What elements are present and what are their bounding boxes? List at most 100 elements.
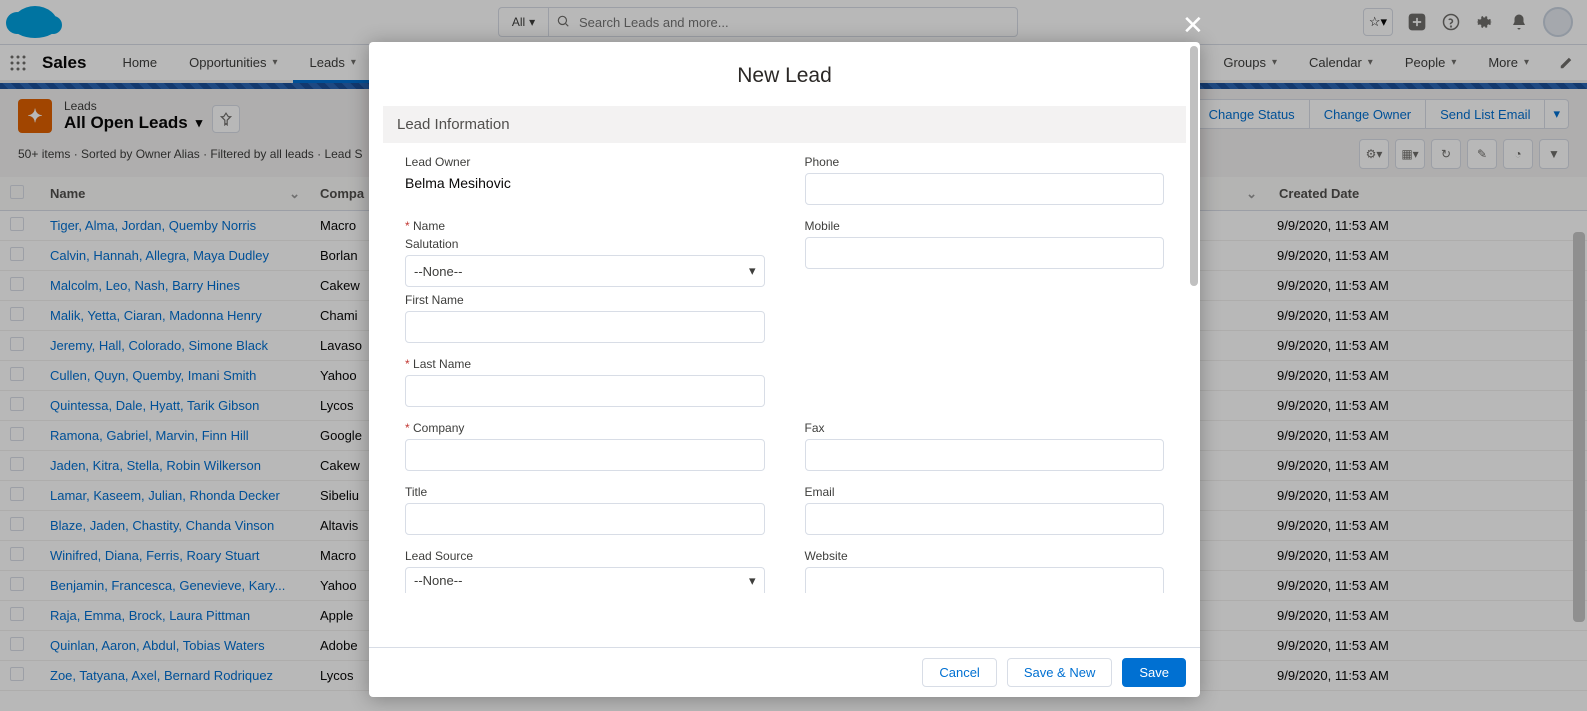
label-lead-source: Lead Source: [405, 549, 765, 563]
edit-nav-icon[interactable]: [1545, 45, 1587, 80]
title-input[interactable]: [405, 503, 765, 535]
chevron-down-icon[interactable]: ⌄: [289, 186, 300, 202]
select-all-checkbox[interactable]: [10, 185, 24, 199]
chevron-down-icon: ▾: [1524, 57, 1529, 68]
lead-name-link[interactable]: Winifred, Diana, Ferris, Roary Stuart: [50, 548, 260, 563]
lead-object-icon: ✦: [18, 99, 52, 133]
column-created-date[interactable]: Created Date: [1267, 177, 1587, 211]
change-status-button[interactable]: Change Status: [1194, 99, 1310, 129]
send-list-email-button[interactable]: Send List Email: [1426, 99, 1545, 129]
row-checkbox[interactable]: [10, 247, 24, 261]
table-scrollbar[interactable]: [1571, 228, 1587, 711]
nav-calendar[interactable]: Calendar▾: [1293, 45, 1389, 80]
row-checkbox[interactable]: [10, 517, 24, 531]
row-checkbox[interactable]: [10, 337, 24, 351]
created-date-cell: 9/9/2020, 11:53 AM: [1267, 211, 1587, 241]
more-actions-button[interactable]: ▾: [1545, 99, 1569, 129]
refresh-button[interactable]: ↻: [1431, 139, 1461, 169]
row-checkbox[interactable]: [10, 637, 24, 651]
nav-groups[interactable]: Groups▾: [1207, 45, 1293, 80]
lead-name-link[interactable]: Blaze, Jaden, Chastity, Chanda Vinson: [50, 518, 274, 533]
change-owner-button[interactable]: Change Owner: [1310, 99, 1426, 129]
app-launcher-icon[interactable]: [0, 45, 36, 80]
lead-name-link[interactable]: Benjamin, Francesca, Genevieve, Kary...: [50, 578, 285, 593]
new-lead-modal: New Lead Lead Information Lead Owner Bel…: [369, 42, 1200, 697]
caret-down-icon: ▾: [529, 15, 535, 29]
lead-name-link[interactable]: Quinlan, Aaron, Abdul, Tobias Waters: [50, 638, 265, 653]
search-scope-select[interactable]: All ▾: [498, 7, 548, 37]
lead-name-link[interactable]: Lamar, Kaseem, Julian, Rhonda Decker: [50, 488, 280, 503]
created-date-cell: 9/9/2020, 11:53 AM: [1267, 601, 1587, 631]
created-date-cell: 9/9/2020, 11:53 AM: [1267, 571, 1587, 601]
lead-name-link[interactable]: Malcolm, Leo, Nash, Barry Hines: [50, 278, 240, 293]
cancel-button[interactable]: Cancel: [922, 658, 996, 687]
lead-name-link[interactable]: Jeremy, Hall, Colorado, Simone Black: [50, 338, 268, 353]
pin-listview-button[interactable]: [212, 105, 240, 133]
chevron-down-icon: ⌄: [1246, 186, 1257, 201]
row-checkbox[interactable]: [10, 367, 24, 381]
lead-name-link[interactable]: Jaden, Kitra, Stella, Robin Wilkerson: [50, 458, 261, 473]
nav-opportunities[interactable]: Opportunities▾: [173, 45, 293, 80]
table-icon: ▦▾: [1401, 147, 1418, 161]
listview-settings-button[interactable]: ⚙▾: [1359, 139, 1389, 169]
lead-name-link[interactable]: Zoe, Tatyana, Axel, Bernard Rodriquez: [50, 668, 273, 683]
row-checkbox[interactable]: [10, 487, 24, 501]
search-scope-label: All: [512, 15, 525, 29]
save-and-new-button[interactable]: Save & New: [1007, 658, 1113, 687]
lead-name-link[interactable]: Raja, Emma, Brock, Laura Pittman: [50, 608, 250, 623]
lead-name-link[interactable]: Ramona, Gabriel, Marvin, Finn Hill: [50, 428, 249, 443]
lead-source-select[interactable]: --None-- ▾: [405, 567, 765, 593]
row-checkbox[interactable]: [10, 607, 24, 621]
lead-name-link[interactable]: Quintessa, Dale, Hyatt, Tarik Gibson: [50, 398, 259, 413]
display-as-button[interactable]: ▦▾: [1395, 139, 1425, 169]
column-name[interactable]: Name: [50, 186, 85, 201]
chevron-down-icon: ▾: [1272, 57, 1277, 68]
row-checkbox[interactable]: [10, 277, 24, 291]
lead-name-link[interactable]: Cullen, Quyn, Quemby, Imani Smith: [50, 368, 256, 383]
row-checkbox[interactable]: [10, 577, 24, 591]
lead-name-link[interactable]: Tiger, Alma, Jordan, Quemby Norris: [50, 218, 256, 233]
chevron-down-icon: ▾: [749, 263, 756, 279]
filter-button[interactable]: ▼: [1539, 139, 1569, 169]
modal-scrollbar[interactable]: [1188, 42, 1200, 647]
list-view-name[interactable]: All Open Leads: [64, 113, 188, 133]
inline-edit-button[interactable]: ✎: [1467, 139, 1497, 169]
chevron-down-icon: ▾: [1368, 57, 1373, 68]
created-date-cell: 9/9/2020, 11:53 AM: [1267, 541, 1587, 571]
chart-button[interactable]: ◔: [1503, 139, 1533, 169]
mobile-input[interactable]: [805, 237, 1165, 269]
label-first-name: First Name: [405, 293, 765, 307]
nav-more[interactable]: More▾: [1472, 45, 1545, 80]
row-checkbox[interactable]: [10, 667, 24, 681]
lead-name-link[interactable]: Malik, Yetta, Ciaran, Madonna Henry: [50, 308, 262, 323]
save-button[interactable]: Save: [1122, 658, 1186, 687]
website-input[interactable]: [805, 567, 1165, 593]
chevron-down-icon: ▾: [351, 57, 356, 68]
salesforce-logo-icon[interactable]: [12, 6, 58, 38]
lead-name-link[interactable]: Calvin, Hannah, Allegra, Maya Dudley: [50, 248, 269, 263]
row-checkbox[interactable]: [10, 547, 24, 561]
chevron-down-icon: ▾: [1451, 57, 1456, 68]
refresh-icon: ↻: [1441, 147, 1451, 161]
row-checkbox[interactable]: [10, 217, 24, 231]
close-icon[interactable]: ✕: [1182, 10, 1587, 41]
last-name-input[interactable]: [405, 375, 765, 407]
nav-leads[interactable]: Leads▾: [293, 45, 371, 83]
first-name-input[interactable]: [405, 311, 765, 343]
salutation-select[interactable]: --None-- ▾: [405, 255, 765, 287]
row-checkbox[interactable]: [10, 397, 24, 411]
phone-input[interactable]: [805, 173, 1165, 205]
row-checkbox[interactable]: [10, 427, 24, 441]
chevron-down-icon[interactable]: ▾: [196, 115, 203, 131]
company-input[interactable]: [405, 439, 765, 471]
label-mobile: Mobile: [805, 219, 1165, 233]
fax-input[interactable]: [805, 439, 1165, 471]
app-name: Sales: [36, 45, 106, 80]
nav-home[interactable]: Home: [106, 45, 173, 80]
email-input[interactable]: [805, 503, 1165, 535]
created-date-cell: 9/9/2020, 11:53 AM: [1267, 331, 1587, 361]
nav-people[interactable]: People▾: [1389, 45, 1473, 80]
global-search-input[interactable]: [548, 7, 1018, 37]
row-checkbox[interactable]: [10, 457, 24, 471]
row-checkbox[interactable]: [10, 307, 24, 321]
